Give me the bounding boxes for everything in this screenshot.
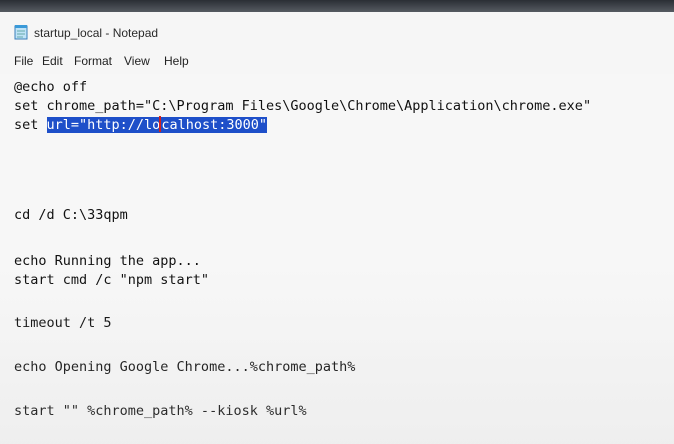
editor-line: start "" %chrome_path% --kiosk %url% [14,403,307,419]
editor-line: echo Opening Google Chrome...%chrome_pat… [14,359,356,375]
editor-line: start cmd /c "npm start" [14,272,210,288]
title-bar: startup_local - Notepad [0,12,674,48]
monitor-bezel [0,0,674,12]
window-title: startup_local - Notepad [34,26,159,40]
menu-file[interactable]: File [14,54,33,68]
text-editor[interactable]: @echo off set chrome_path="C:\Program Fi… [0,74,674,444]
menu-format[interactable]: Format [74,54,112,68]
menu-bar: File Edit Format View Help [0,48,674,74]
text-selection: url="http://localhost:3000" [46,116,267,133]
editor-line: echo Running the app... [14,253,201,269]
screen: startup_local - Notepad File Edit Format… [0,0,674,444]
notepad-icon [14,24,28,40]
editor-line: cd /d C:\33qpm [14,207,128,223]
selection-text-end: calhost:3000" [161,117,267,133]
editor-line: set chrome_path="C:\Program Files\Google… [14,98,592,114]
editor-line: timeout /t 5 [14,315,112,331]
menu-view[interactable]: View [124,54,150,68]
selection-text-start: url="http://lo [46,117,161,133]
editor-line: @echo off [14,79,88,95]
menu-edit[interactable]: Edit [42,54,63,68]
editor-line-prefix: set [14,117,47,133]
menu-help[interactable]: Help [164,54,189,68]
editor-line-selected: set url="http://localhost:3000" [14,116,267,134]
